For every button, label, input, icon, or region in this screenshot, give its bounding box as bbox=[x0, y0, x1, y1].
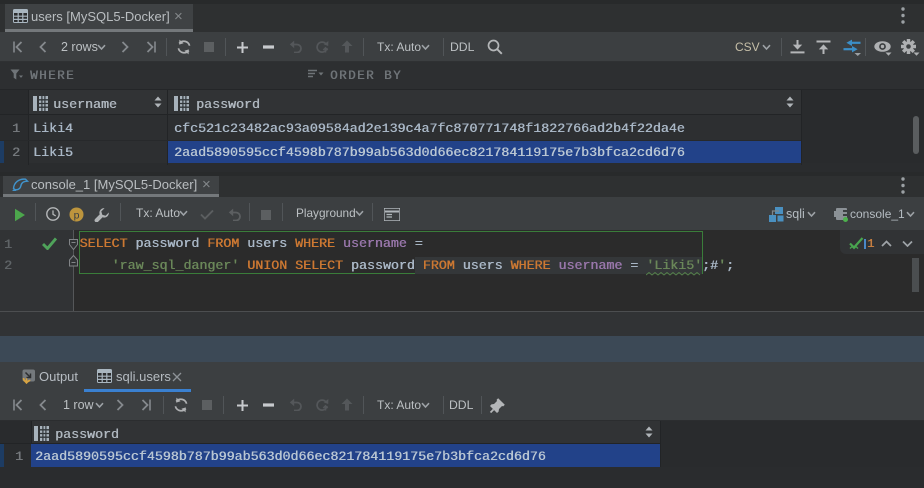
svg-text:p: p bbox=[74, 209, 80, 221]
